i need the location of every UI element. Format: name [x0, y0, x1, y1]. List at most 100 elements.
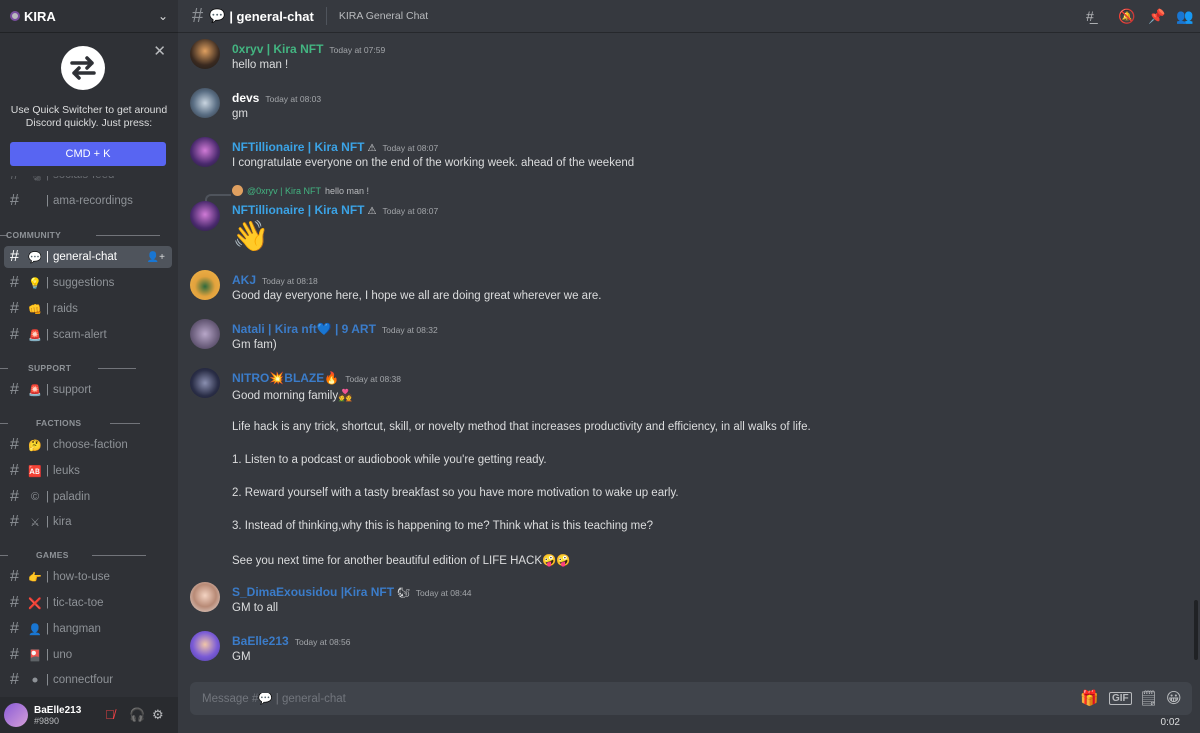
reply-preview[interactable]: @0xryv | Kira NFT hello man ! — [232, 185, 369, 196]
sidebar-item-label: scam-alert — [53, 329, 107, 341]
hash-icon: # — [10, 620, 19, 637]
sidebar-item-label: leuks — [53, 465, 80, 477]
hash-icon: # — [10, 326, 19, 343]
avatar[interactable] — [190, 39, 220, 69]
avatar[interactable] — [190, 88, 220, 118]
message-content: Good day everyone here, I hope we all ar… — [232, 290, 602, 307]
message-username[interactable]: NFTillionaire | Kira NFT — [232, 140, 365, 154]
avatar[interactable] — [4, 703, 28, 727]
message-line: Life hack is any trick, shortcut, skill,… — [232, 421, 811, 433]
scrollbar[interactable] — [1194, 600, 1198, 660]
gif-icon[interactable]: GIF — [1109, 692, 1132, 705]
reply-avatar — [232, 185, 243, 196]
category-factions[interactable]: FACTIONS — [0, 417, 178, 429]
category-divider — [0, 554, 8, 556]
close-icon[interactable]: ✕ — [153, 42, 166, 60]
add-member-icon[interactable]: 👤+ — [147, 252, 165, 263]
gear-icon[interactable]: ⚙ — [152, 707, 164, 723]
sidebar-item-leuks[interactable]: # 🆎 | leuks — [4, 460, 172, 482]
message-username[interactable]: S_DimaExousidou |Kira NFT — [232, 585, 394, 599]
avatar[interactable] — [190, 201, 220, 231]
sidebar-item-raids[interactable]: # 👊 | raids — [4, 298, 172, 320]
message-username[interactable]: devs — [232, 91, 259, 105]
sidebar-item-suggestions[interactable]: # 💡 | suggestions — [4, 272, 172, 294]
quick-switcher-shortcut-button[interactable]: CMD + K — [10, 142, 166, 166]
quick-switcher-text: Use Quick Switcher to get around Discord… — [10, 104, 168, 129]
message-input[interactable] — [202, 692, 1002, 705]
sidebar-item-label: raids — [53, 303, 78, 315]
message-line: See you next time for another beautiful … — [232, 555, 571, 567]
headphones-icon[interactable]: 🎧 — [129, 707, 145, 723]
channel-emoji: ⚫ — [30, 674, 40, 687]
message-timestamp: Today at 08:56 — [294, 637, 351, 647]
message-username[interactable]: 0xryv | Kira NFT — [232, 42, 323, 56]
category-support[interactable]: SUPPORT — [0, 362, 178, 374]
sidebar-item-choose-faction[interactable]: # 🤔 | choose-faction — [4, 434, 172, 456]
avatar[interactable] — [190, 631, 220, 661]
sidebar-item-label: uno — [53, 649, 73, 661]
chevron-down-icon[interactable]: ⌄ — [158, 9, 168, 23]
hash-icon: # — [10, 436, 19, 453]
hash-icon: # — [10, 646, 19, 663]
channel-emoji: 💬 — [209, 8, 226, 23]
avatar[interactable] — [190, 137, 220, 167]
message-username[interactable]: BaElle213 — [232, 634, 289, 648]
category-games[interactable]: GAMES — [0, 549, 178, 561]
category-label: GAMES — [36, 550, 69, 560]
sidebar-item-paladin[interactable]: # © | paladin — [4, 486, 172, 508]
message-content: gm — [232, 108, 248, 125]
avatar[interactable] — [190, 582, 220, 612]
message-content: I congratulate everyone on the end of th… — [232, 157, 634, 174]
category-divider — [98, 367, 136, 369]
emoji-picker-icon[interactable]: 😀 — [1166, 689, 1182, 707]
channel-emoji: © — [30, 491, 40, 503]
hash-icon: # — [10, 192, 19, 209]
sidebar-item-uno[interactable]: # 🎴 | uno — [4, 644, 172, 666]
separator: | — [46, 465, 49, 477]
sidebar-item-ama-recordings[interactable]: # | ama-recordings — [4, 190, 172, 212]
mute-mic-icon[interactable]: 🎙̸ — [105, 707, 115, 722]
quick-switcher-illustration — [61, 46, 105, 90]
avatar[interactable] — [190, 368, 220, 398]
sidebar-item-scam-alert[interactable]: # 🚨 | scam-alert — [4, 324, 172, 346]
avatar[interactable] — [190, 319, 220, 349]
sidebar-item-connectfour[interactable]: # ⚫ | connectfour — [4, 669, 172, 691]
category-community[interactable]: COMMUNITY — [0, 229, 178, 241]
page-title: | general-chat — [229, 8, 314, 24]
message-line: Good day everyone here, I hope we all ar… — [232, 290, 602, 302]
channel-emoji: 🚨 — [28, 384, 42, 397]
user-badge: ⚠ — [367, 143, 377, 154]
channel-emoji: ❌ — [28, 597, 42, 610]
sidebar-item-hangman[interactable]: # 👤 | hangman — [4, 618, 172, 640]
message-username[interactable]: NITRO💥BLAZE🔥 — [232, 371, 339, 385]
server-name: KIRA — [24, 8, 56, 24]
gift-icon[interactable]: 🎁 — [1080, 689, 1099, 707]
sidebar-item-tic-tac-toe[interactable]: # ❌ | tic-tac-toe — [4, 592, 172, 614]
notification-bell-muted-icon[interactable]: 🔕 — [1118, 8, 1135, 25]
separator: | — [46, 303, 49, 315]
sidebar-item-how-to-use[interactable]: # 👉 | how-to-use — [4, 566, 172, 588]
hash-icon: # — [10, 594, 19, 611]
sidebar-item-support[interactable]: # 🚨 | support — [4, 379, 172, 401]
separator: | — [46, 516, 49, 528]
message-username[interactable]: Natali | Kira nft💙 | 9 ART — [232, 322, 376, 336]
separator: | — [46, 277, 49, 289]
server-header[interactable]: KIRA ⌄ — [0, 0, 178, 33]
pin-icon[interactable]: 📌 — [1148, 8, 1165, 25]
message-username[interactable]: NFTillionaire | Kira NFT — [232, 203, 365, 217]
message-line: 2. Reward yourself with a tasty breakfas… — [232, 487, 679, 499]
category-divider — [110, 422, 140, 424]
category-divider — [0, 367, 8, 369]
hash-icon: # — [192, 4, 204, 27]
channel-emoji: 👤 — [28, 623, 42, 636]
reply-username[interactable]: @0xryv | Kira NFT — [247, 186, 321, 196]
sidebar-item-kira[interactable]: # ⚔ | kira — [4, 511, 172, 533]
avatar[interactable] — [190, 270, 220, 300]
message-line: hello man ! — [232, 59, 289, 71]
member-list-icon[interactable]: 👥 — [1176, 8, 1193, 25]
message-username[interactable]: AKJ — [232, 273, 256, 287]
threads-icon[interactable]: #̲ — [1086, 8, 1094, 24]
sidebar-item-label: how-to-use — [53, 571, 110, 583]
sticker-icon[interactable]: 🗒 — [1139, 689, 1158, 707]
sidebar-item-general-chat[interactable]: # 💬 | general-chat 👤+ — [4, 246, 172, 268]
